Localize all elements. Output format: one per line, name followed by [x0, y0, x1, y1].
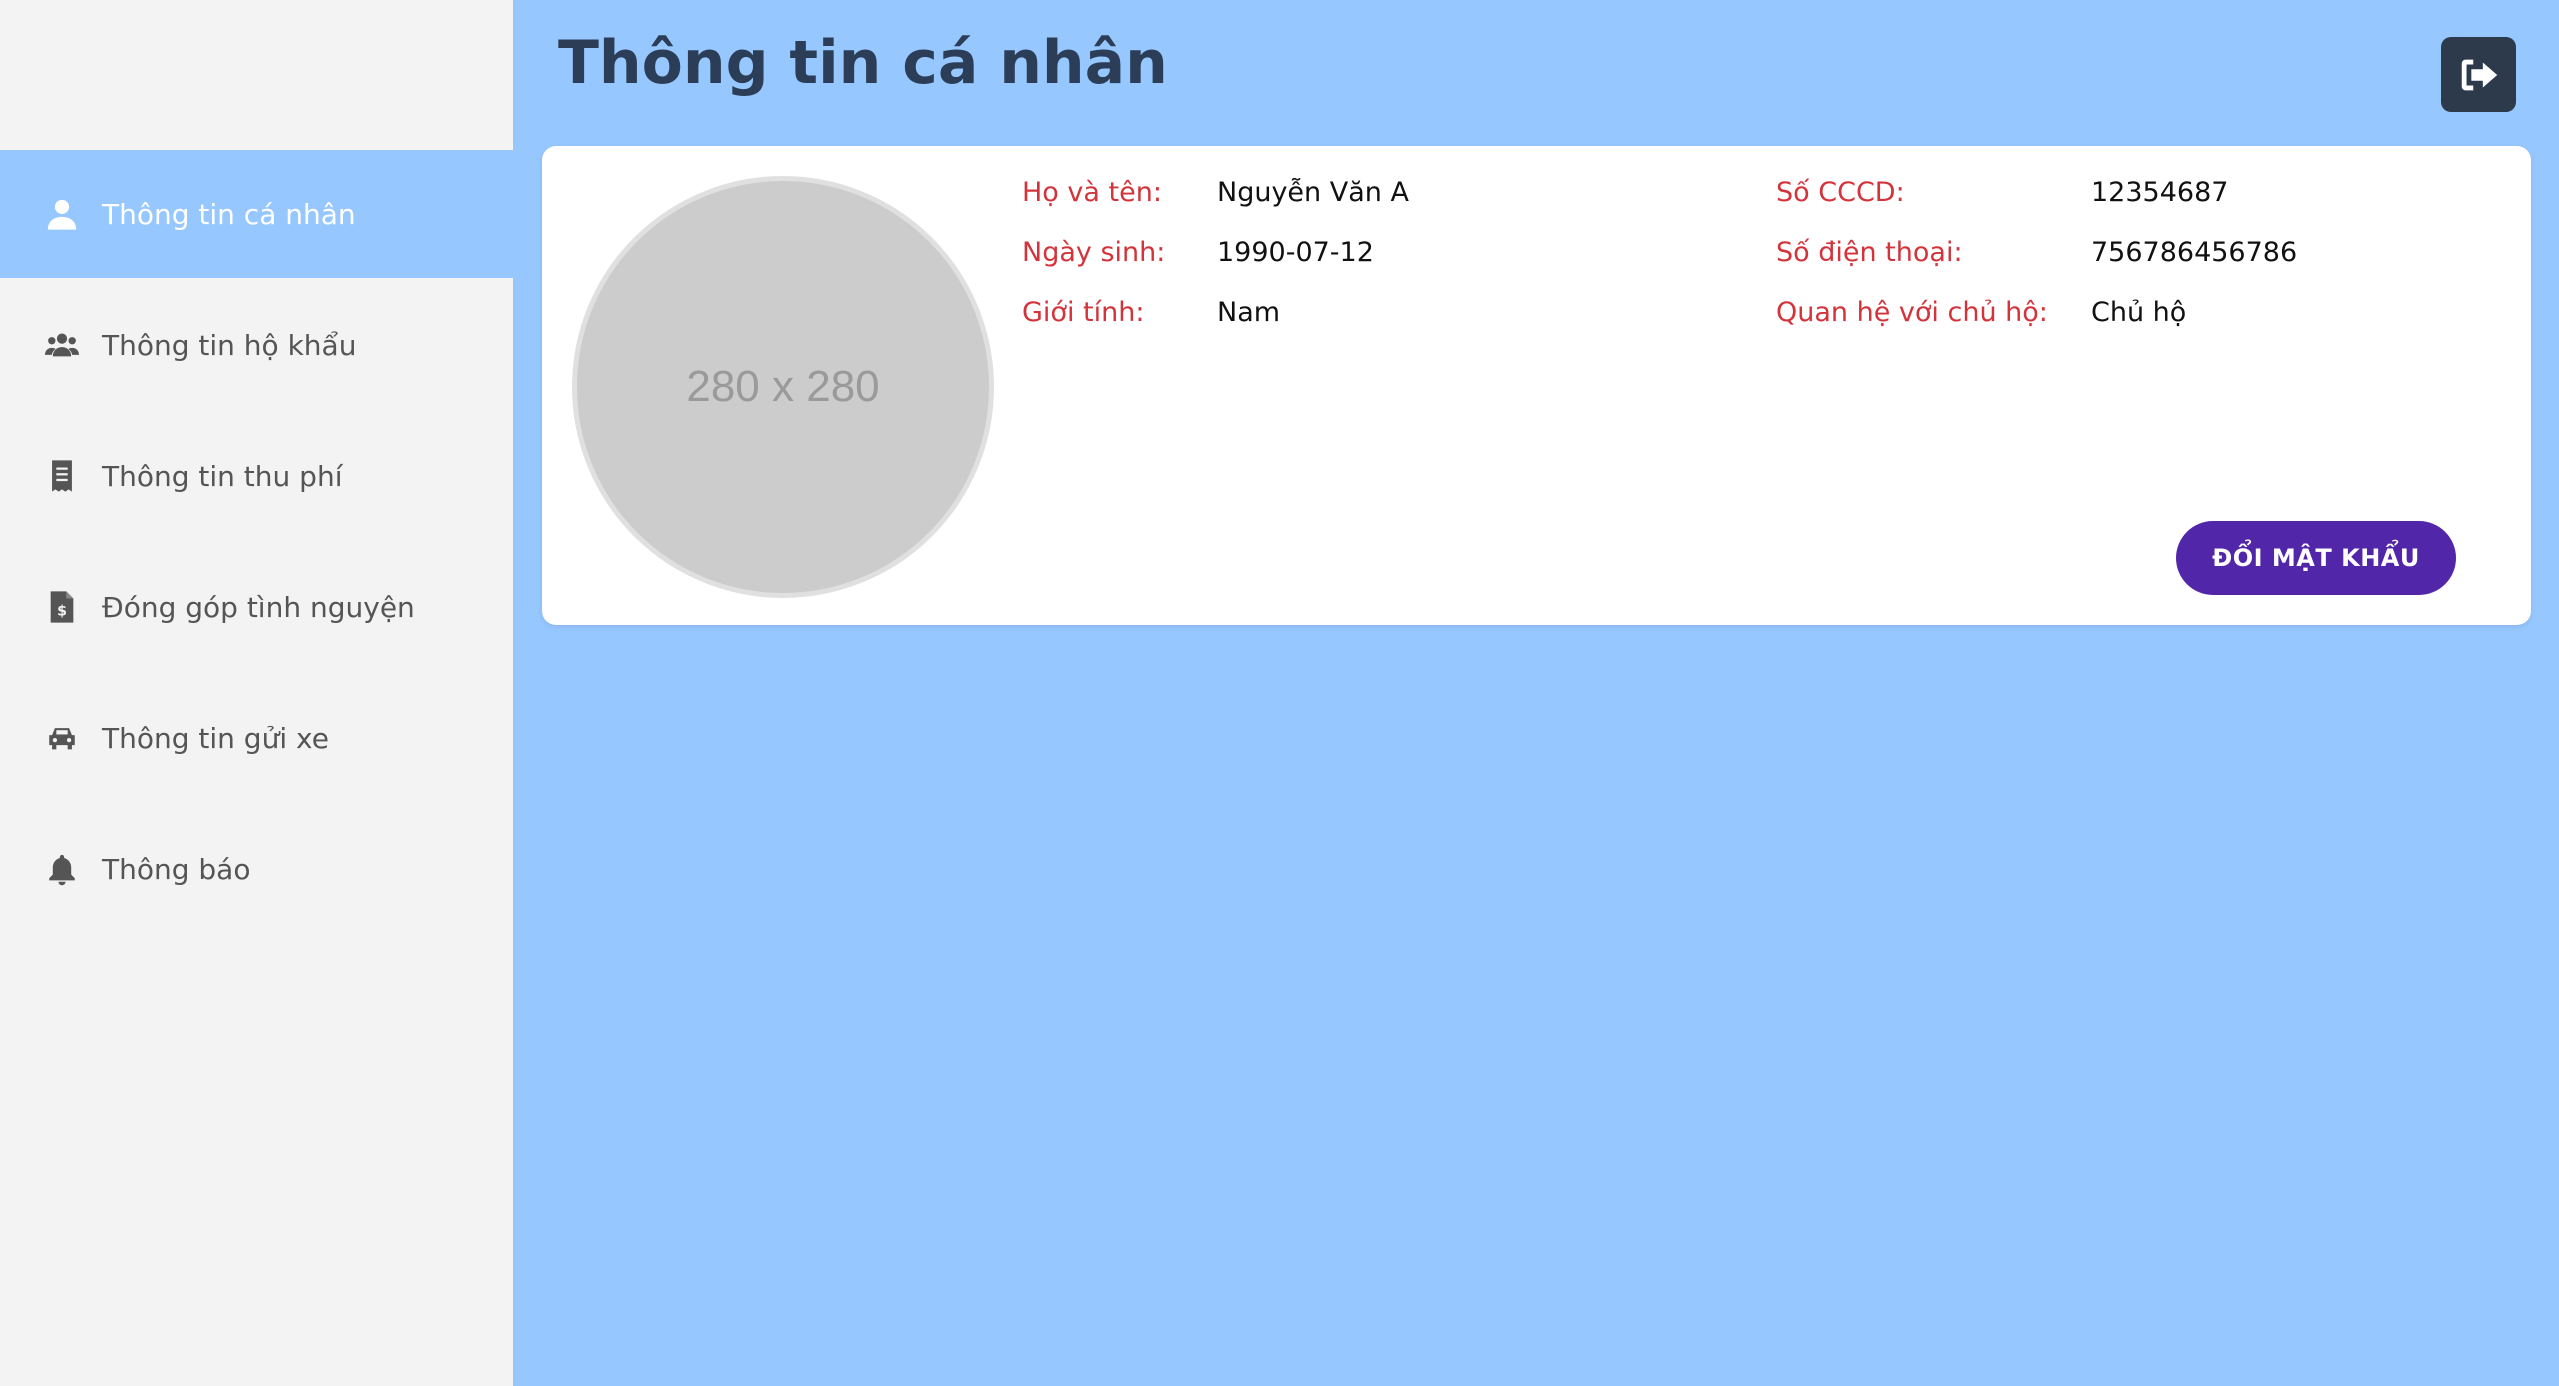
sidebar-item-parking-info[interactable]: Thông tin gửi xe [0, 674, 513, 802]
page-title: Thông tin cá nhân [558, 28, 1168, 98]
id-card-value: 12354687 [2091, 177, 2229, 208]
profile-card: 280 x 280 Họ và tên: Nguyễn Văn A Ngày s… [542, 146, 2531, 625]
avatar-placeholder: 280 x 280 [572, 176, 994, 598]
sidebar-item-personal-info[interactable]: Thông tin cá nhân [0, 150, 513, 278]
sidebar-item-label: Đóng góp tình nguyện [102, 590, 415, 624]
car-icon [44, 720, 80, 756]
avatar-placeholder-text: 280 x 280 [686, 362, 880, 411]
sidebar-item-label: Thông báo [102, 852, 251, 886]
user-icon [44, 196, 80, 232]
birth-date-value: 1990-07-12 [1217, 237, 1374, 268]
logout-button[interactable] [2441, 37, 2516, 112]
phone-label: Số điện thoại: [1776, 237, 1963, 268]
change-password-button[interactable]: ĐỔI MẬT KHẨU [2176, 521, 2456, 595]
id-card-label: Số CCCD: [1776, 177, 1905, 208]
sidebar-item-label: Thông tin cá nhân [102, 197, 356, 231]
users-icon [44, 327, 80, 363]
app-root: Thông tin cá nhân Thông tin hộ khẩu Thôn… [0, 0, 2559, 1386]
relationship-label: Quan hệ với chủ hộ: [1776, 297, 2048, 328]
sidebar-item-label: Thông tin thu phí [102, 459, 343, 493]
gender-label: Giới tính: [1022, 297, 1145, 328]
full-name-label: Họ và tên: [1022, 177, 1162, 208]
invoice-dollar-icon: $ [44, 589, 80, 625]
phone-value: 756786456786 [2091, 237, 2298, 268]
sidebar-item-notifications[interactable]: Thông báo [0, 805, 513, 933]
sidebar-item-label: Thông tin hộ khẩu [102, 328, 357, 362]
gender-value: Nam [1217, 297, 1281, 328]
receipt-icon [44, 458, 80, 494]
sidebar-item-voluntary-contribution[interactable]: $ Đóng góp tình nguyện [0, 543, 513, 671]
birth-date-label: Ngày sinh: [1022, 237, 1166, 268]
full-name-value: Nguyễn Văn A [1217, 177, 1409, 208]
sidebar: Thông tin cá nhân Thông tin hộ khẩu Thôn… [0, 0, 513, 1386]
svg-text:$: $ [57, 604, 67, 620]
sidebar-item-label: Thông tin gửi xe [102, 721, 329, 755]
sidebar-item-household-info[interactable]: Thông tin hộ khẩu [0, 281, 513, 409]
sidebar-item-fee-info[interactable]: Thông tin thu phí [0, 412, 513, 540]
bell-icon [44, 851, 80, 887]
relationship-value: Chủ hộ [2091, 297, 2187, 328]
sign-out-icon [2456, 52, 2502, 98]
